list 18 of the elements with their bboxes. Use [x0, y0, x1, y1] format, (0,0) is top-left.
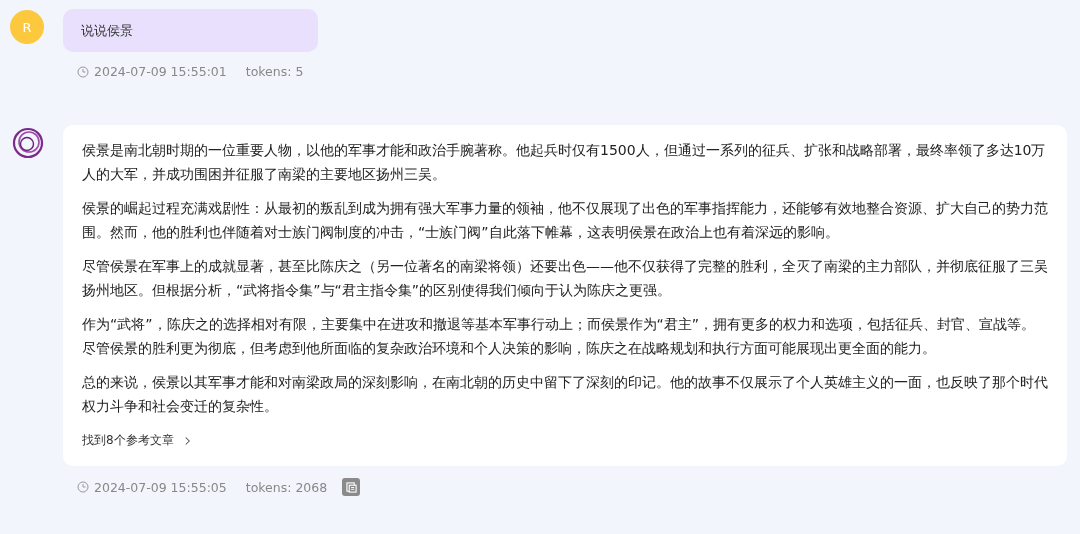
answer-paragraph: 作为“武将”，陈庆之的选择相对有限，主要集中在进攻和撤退等基本军事行动上；而侯景作为“君主”，拥有更多的权力和选项，包括征兵、封官、宣战等。尽管侯景的胜利更为彻底，但考虑到他所面临的复杂政治环境和个人决策的影响，陈庆之在战略规划和执行方面可能展现出更全面的能力。: [82, 315, 1036, 358]
references-link[interactable]: 找到8个参考文章: [82, 432, 191, 449]
answer-paragraph: 侯景是南北朝时期的一位重要人物，以他的军事才能和政治手腕著称。他起兵时仅有1500人，但通过一系列的征兵、扩张和战略部署，最终率领了多达10万人的大军，并成功围困并征服了南梁的主要地区扬州三吴。: [82, 141, 1047, 184]
answer-paragraph: 侯景的崛起过程充满戏剧性：从最初的叛乱到成为拥有强大军事力量的领袖，他不仅展现了出色的军事指挥能力，还能够有效地整合资源、扩大自己的势力范围。然而，他的胜利也伴随着对士族门阀制度的冲击，“士族门阀”自此落下帷幕，这表明侯景在政治上也有着深远的影响。: [82, 199, 1048, 242]
clock-icon: [77, 65, 89, 78]
ring-logo-icon: [12, 127, 44, 159]
message-text: 说说侯景: [81, 21, 133, 40]
clock-icon: [77, 481, 89, 493]
answer-paragraph: 总的来说，侯景以其军事才能和对南梁政局的深刻影响，在南北朝的历史中留下了深刻的印记。他的故事不仅展示了个人英雄主义的一面，也反映了那个时代权力斗争和社会变迁的复杂性。: [82, 373, 1048, 416]
chevron-icon: [183, 435, 191, 446]
user-avatar: R: [10, 10, 44, 44]
copy-icon: [345, 481, 357, 493]
token-count: tokens: 2068: [245, 479, 328, 495]
timestamp: 2024-07-09 15:55:01: [94, 64, 227, 79]
token-count: tokens: 5: [245, 64, 304, 79]
answer-paragraph: 尽管侯景在军事上的成就显著，甚至比陈庆之（另一位著名的南梁将领）还要出色——他不仅获得了完整的胜利，全灭了南梁的主力部队，并彻底征服了三吴扬州地区。但根据分析，“武将指令集”与“君主指令集”的区别使得我们倾向于认为陈庆之更强。: [82, 257, 1048, 300]
timestamp: 2024-07-09 15:55:05: [94, 479, 227, 495]
copy-button[interactable]: [342, 478, 361, 496]
